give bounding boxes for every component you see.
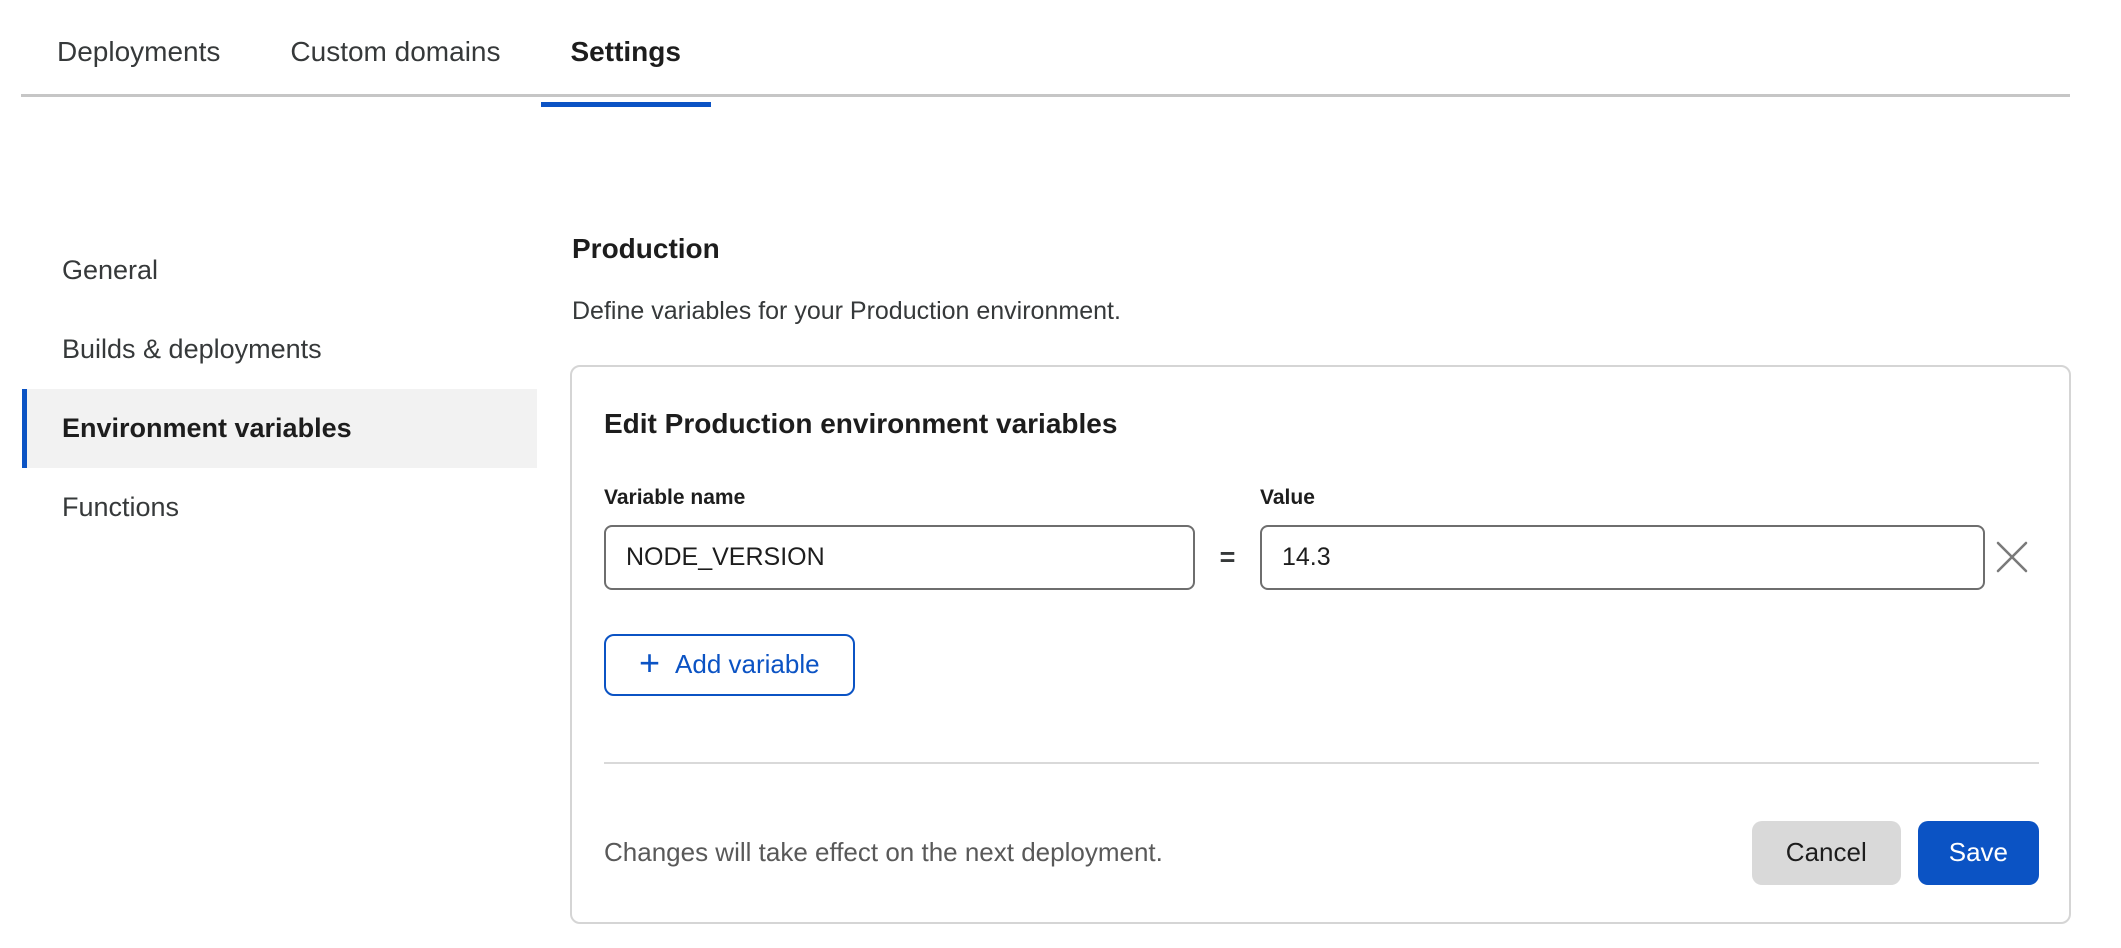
tab-settings[interactable]: Settings — [541, 10, 711, 94]
tab-custom-domains[interactable]: Custom domains — [260, 10, 530, 94]
tab-deployments[interactable]: Deployments — [27, 10, 250, 94]
cancel-button[interactable]: Cancel — [1752, 821, 1901, 885]
environment-variables-card: Edit Production environment variables Va… — [570, 365, 2071, 924]
tab-bar: Deployments Custom domains Settings — [21, 0, 2070, 97]
add-variable-button[interactable]: + Add variable — [604, 634, 855, 696]
remove-variable-button[interactable] — [1990, 535, 2034, 579]
card-footer: Changes will take effect on the next dep… — [604, 821, 2039, 885]
value-label: Value — [1260, 486, 1315, 509]
settings-sidebar: General Builds & deployments Environment… — [22, 231, 537, 547]
footer-note: Changes will take effect on the next dep… — [604, 837, 1752, 868]
card-title: Edit Production environment variables — [604, 407, 2039, 441]
sidebar-item-general[interactable]: General — [22, 231, 537, 310]
variable-name-input[interactable] — [604, 525, 1195, 590]
add-variable-label: Add variable — [675, 649, 820, 680]
sidebar-item-functions[interactable]: Functions — [22, 468, 537, 547]
field-labels-row: Variable name Value — [604, 487, 2039, 509]
page-title: Production — [572, 232, 720, 266]
sidebar-item-environment-variables[interactable]: Environment variables — [22, 389, 537, 468]
page-description: Define variables for your Production env… — [572, 296, 1121, 326]
equals-sign: = — [1220, 542, 1236, 573]
card-divider — [604, 762, 2039, 764]
variable-row: = — [604, 525, 2039, 590]
save-button[interactable]: Save — [1918, 821, 2039, 885]
close-icon — [1993, 538, 2031, 576]
sidebar-item-builds-deployments[interactable]: Builds & deployments — [22, 310, 537, 389]
variable-name-label: Variable name — [604, 486, 745, 509]
variable-value-input[interactable] — [1260, 525, 1985, 590]
